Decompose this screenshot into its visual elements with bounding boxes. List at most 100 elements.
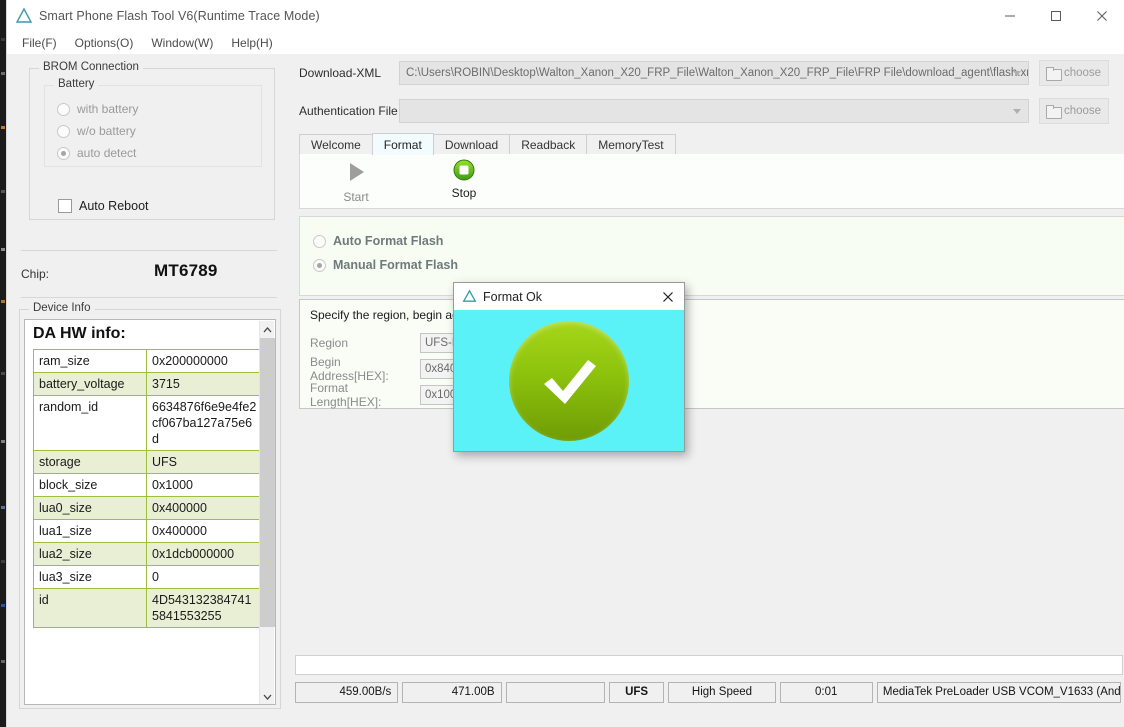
device-info-title: Device Info (29, 302, 95, 314)
download-xml-combo[interactable]: C:\Users\ROBIN\Desktop\Walton_Xanon_X20_… (399, 61, 1029, 85)
device-info-value: 0 (146, 565, 264, 589)
menu-item-file[interactable]: File(F) (13, 34, 66, 52)
download-xml-choose-button[interactable]: choose (1039, 60, 1109, 86)
auto-reboot-label: Auto Reboot (79, 199, 149, 213)
chevron-down-icon[interactable] (260, 688, 275, 704)
window-title: Smart Phone Flash Tool V6(Runtime Trace … (39, 9, 320, 23)
table-row: ram_size 0x200000000 (33, 349, 264, 373)
tab-memorytest[interactable]: MemoryTest (586, 134, 676, 155)
start-label: Start (343, 190, 369, 204)
folder-icon (1046, 105, 1062, 119)
close-icon[interactable] (1079, 0, 1124, 32)
table-row: lua2_size 0x1dcb000000 (33, 542, 264, 566)
region-label: Region (310, 336, 349, 350)
start-button[interactable]: Start (324, 159, 388, 207)
radio-auto-format-flash[interactable]: Auto Format Flash (300, 229, 1124, 253)
radio-wo-battery[interactable]: w/o battery (45, 120, 261, 142)
format-options-panel: Auto Format Flash Manual Format Flash (299, 216, 1124, 296)
download-xml-value: C:\Users\ROBIN\Desktop\Walton_Xanon_X20_… (406, 67, 1028, 79)
device-info-content: DA HW info: ram_size 0x200000000 battery_v… (24, 319, 276, 705)
download-xml-choose-label: choose (1064, 67, 1102, 79)
region-panel: Specify the region, begin address and fo… (299, 299, 1124, 409)
scrollbar-thumb[interactable] (260, 338, 275, 627)
dialog-body (454, 310, 684, 451)
device-info-key: ram_size (33, 349, 147, 373)
menu-bar: File(F) Options(O) Window(W) Help(H) (7, 32, 1124, 54)
chip-label: Chip: (21, 267, 50, 281)
format-ok-dialog: Format Ok (453, 282, 685, 452)
menu-item-window[interactable]: Window(W) (142, 34, 222, 52)
status-blank (505, 681, 605, 703)
table-row: storage UFS (33, 450, 264, 474)
minimize-icon[interactable] (987, 0, 1033, 32)
auth-file-choose-label: choose (1064, 105, 1102, 117)
table-row: lua3_size 0 (33, 565, 264, 589)
radio-wo-battery-label: w/o battery (77, 124, 136, 138)
battery-group: Battery with battery w/o battery auto de… (44, 78, 262, 167)
device-info-value: 0x400000 (146, 519, 264, 543)
radio-auto-format-flash-label: Auto Format Flash (333, 234, 444, 248)
close-icon[interactable] (658, 287, 678, 306)
menu-item-options[interactable]: Options(O) (66, 34, 143, 52)
device-info-value: 6634876f6e9e4fe2cf067ba127a75e6d (146, 395, 264, 451)
tab-welcome[interactable]: Welcome (299, 134, 373, 155)
chip-value: MT6789 (154, 261, 218, 280)
table-row: id 4D5431323847415841553255 (33, 588, 264, 628)
status-storage: UFS (608, 681, 665, 703)
radio-manual-format-flash[interactable]: Manual Format Flash (300, 253, 1124, 277)
menu-item-help[interactable]: Help(H) (222, 34, 281, 52)
brom-connection-group: BROM Connection Battery with battery w/o… (29, 61, 275, 220)
progress-bar (295, 655, 1123, 675)
dialog-title: Format Ok (483, 289, 543, 304)
device-info-value: 0x400000 (146, 496, 264, 520)
format-toolbar: Start Stop (299, 154, 1124, 209)
tab-format[interactable]: Format (371, 133, 434, 155)
table-row: block_size 0x1000 (33, 473, 264, 497)
device-info-table: ram_size 0x200000000 battery_voltage 3715 ra… (33, 349, 264, 628)
begin-address-label: Begin Address[HEX]: (310, 355, 389, 383)
radio-auto-detect-label: auto detect (77, 146, 137, 160)
tab-filler (674, 134, 1124, 155)
status-bar: 459.00B/s 471.00B UFS High Speed 0:01 Me… (295, 681, 1124, 703)
radio-auto-format-flash-indicator (313, 234, 326, 248)
device-info-value: 3715 (146, 372, 264, 396)
device-info-key: lua3_size (33, 565, 147, 589)
stop-button[interactable]: Stop (432, 159, 496, 207)
auto-reboot-checkbox[interactable]: Auto Reboot (58, 199, 149, 213)
auth-file-choose-button[interactable]: choose (1039, 98, 1109, 124)
device-info-value: 0x1dcb000000 (146, 542, 264, 566)
window-controls (987, 0, 1124, 32)
download-xml-label: Download-XML (299, 66, 382, 80)
stop-label: Stop (451, 186, 477, 200)
radio-auto-detect[interactable]: auto detect (45, 142, 261, 164)
triangle-logo-icon (462, 289, 477, 302)
chevron-down-icon (1013, 109, 1021, 114)
battery-group-title: Battery (54, 78, 99, 90)
table-row: lua0_size 0x400000 (33, 496, 264, 520)
auth-file-combo[interactable] (399, 99, 1029, 123)
device-info-scrollbar[interactable] (259, 321, 275, 704)
radio-with-battery[interactable]: with battery (45, 98, 261, 120)
auth-file-row: Authentication File (299, 98, 1029, 124)
device-info-key: random_id (33, 395, 147, 451)
device-info-key: storage (33, 450, 147, 474)
radio-with-battery-indicator (57, 102, 70, 116)
tab-readback[interactable]: Readback (509, 134, 588, 155)
tab-bar: Welcome Format Download Readback MemoryT… (299, 133, 1124, 155)
chevron-up-icon[interactable] (260, 321, 275, 338)
radio-wo-battery-indicator (57, 124, 70, 138)
status-usb-speed: High Speed (668, 681, 776, 703)
device-info-value: 0x1000 (146, 473, 264, 497)
device-info-key: lua2_size (33, 542, 147, 566)
tab-download[interactable]: Download (432, 134, 511, 155)
table-row: random_id 6634876f6e9e4fe2cf067ba127a75e6… (33, 395, 264, 451)
auth-file-label: Authentication File (299, 104, 398, 118)
device-info-group: Device Info DA HW info: ram_size 0x200000… (19, 302, 281, 709)
divider-bottom (21, 297, 277, 298)
radio-with-battery-label: with battery (77, 102, 139, 116)
maximize-icon[interactable] (1033, 0, 1079, 32)
device-info-key: lua0_size (33, 496, 147, 520)
stop-square-icon (453, 159, 475, 181)
triangle-logo-icon (15, 7, 33, 23)
radio-auto-detect-indicator (57, 146, 70, 160)
